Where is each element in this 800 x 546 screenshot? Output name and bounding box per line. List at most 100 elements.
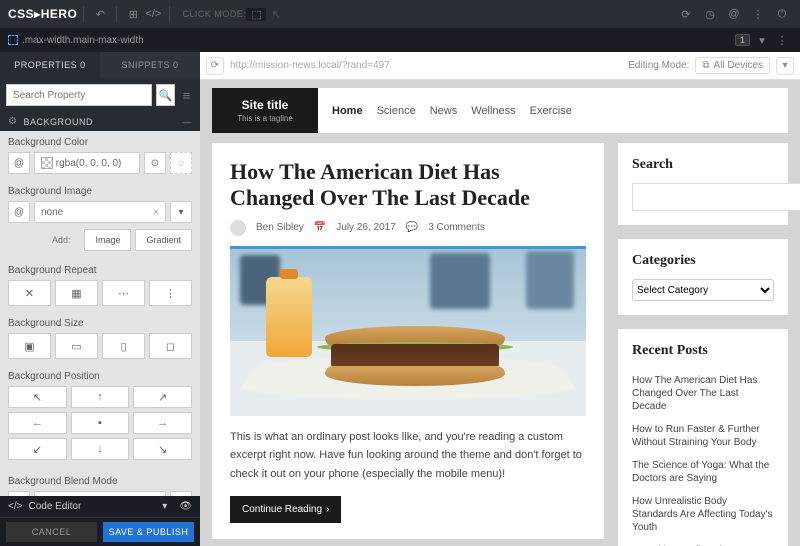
selector-caret-icon[interactable]: ▾: [752, 34, 772, 47]
bg-repeat-label: Background Repeat: [0, 259, 200, 280]
pos-b[interactable]: ↓: [71, 438, 130, 460]
preview-pane: ⟳ http://mission-news.local/?rand=497 Ed…: [200, 52, 800, 546]
bg-image-input[interactable]: none×: [34, 201, 166, 223]
recent-post-link[interactable]: How Unrealistic Body Standards Are Affec…: [632, 490, 774, 539]
bg-image-label: Background Image: [0, 180, 200, 201]
repeat-both[interactable]: ▦: [55, 280, 98, 306]
editing-mode-label: Editing Mode:: [628, 60, 689, 71]
avatar: [230, 220, 246, 236]
search-title: Search: [632, 157, 774, 173]
categories-select[interactable]: Select Category: [632, 279, 774, 301]
widget-search-input[interactable]: [632, 183, 800, 211]
add-image-button[interactable]: Image: [84, 229, 131, 251]
pos-l[interactable]: ←: [8, 412, 67, 434]
power-icon[interactable]: ⏻: [772, 8, 792, 21]
device-selector[interactable]: ⧉All Devices: [695, 57, 770, 74]
pos-bl[interactable]: ↙: [8, 438, 67, 460]
site-title-block[interactable]: Site title This is a tagline: [212, 88, 318, 133]
recent-post-link[interactable]: 5 Health Benefits Of Carrots And 10 New …: [632, 539, 774, 546]
reload-icon[interactable]: ⟳: [206, 57, 224, 75]
size-contain[interactable]: ▯: [102, 333, 145, 359]
site-header: Site title This is a tagline Home Scienc…: [212, 88, 788, 133]
repeat-y[interactable]: ⋮: [149, 280, 192, 306]
click-mode-cursor-icon[interactable]: ↖: [266, 8, 286, 21]
widget-recent-posts: Recent Posts How The American Diet Has C…: [618, 329, 788, 546]
tab-properties[interactable]: PROPERTIES 0: [0, 52, 100, 78]
repeat-x[interactable]: ⋯: [102, 280, 145, 306]
refresh-icon[interactable]: ⟳: [676, 8, 696, 21]
site-nav: Home Science News Wellness Exercise: [318, 88, 788, 133]
url-display[interactable]: http://mission-news.local/?rand=497: [230, 60, 622, 71]
app-topbar: CSS▸HERO ↶ ⊞ </> CLICK MODE: ⬚ ↖ ⟳ ◷ @ ⋮…: [0, 0, 800, 28]
widget-categories: Categories Select Category: [618, 239, 788, 315]
post-title[interactable]: How The American Diet Has Changed Over T…: [230, 159, 586, 212]
reset-icon[interactable]: ◌: [170, 152, 192, 174]
post: How The American Diet Has Changed Over T…: [212, 143, 604, 539]
size-auto[interactable]: ▣: [8, 333, 51, 359]
click-mode-selector-icon[interactable]: ⬚: [246, 8, 266, 21]
bg-blend-label: Background Blend Mode: [0, 470, 200, 491]
cancel-button[interactable]: CANCEL: [6, 522, 97, 542]
gear-icon: ⚙: [8, 116, 17, 127]
code-editor-toggle[interactable]: </> Code Editor ▾ 👁: [0, 496, 200, 518]
at-icon[interactable]: @: [724, 8, 744, 21]
pos-br[interactable]: ↘: [133, 438, 192, 460]
collapse-icon[interactable]: —: [183, 117, 193, 127]
selector-menu-icon[interactable]: ⋮: [772, 34, 792, 47]
recent-post-link[interactable]: The Science of Yoga: What the Doctors ar…: [632, 454, 774, 490]
comment-icon: 💬: [406, 222, 418, 233]
eye-icon[interactable]: 👁: [179, 501, 192, 512]
post-excerpt: This is what an ordinary post looks like…: [230, 428, 586, 484]
section-background[interactable]: ⚙ BACKGROUND —: [0, 112, 200, 131]
post-author[interactable]: Ben Sibley: [256, 222, 304, 233]
post-date: July 26, 2017: [336, 222, 396, 233]
code-icon[interactable]: </>: [143, 8, 163, 20]
post-comments[interactable]: 3 Comments: [428, 222, 485, 233]
pos-tr[interactable]: ↗: [133, 386, 192, 408]
transparency-swatch-icon: [41, 157, 53, 169]
pos-c[interactable]: ▪: [71, 412, 130, 434]
eyedropper-icon[interactable]: ⊙: [144, 152, 166, 174]
chevron-down-icon: ▾: [162, 501, 167, 512]
repeat-none[interactable]: ✕: [8, 280, 51, 306]
more-icon[interactable]: ⋮: [748, 8, 768, 21]
nav-science[interactable]: Science: [377, 105, 416, 117]
nav-exercise[interactable]: Exercise: [530, 105, 572, 117]
continue-reading-button[interactable]: Continue Reading›: [230, 496, 341, 523]
at-chip[interactable]: @: [8, 152, 30, 174]
post-hero-image[interactable]: [230, 246, 586, 416]
size-cover[interactable]: ▭: [55, 333, 98, 359]
add-gradient-button[interactable]: Gradient: [135, 229, 192, 251]
device-icon: ⧉: [702, 60, 709, 71]
device-caret-icon[interactable]: ▾: [776, 57, 794, 75]
recent-posts-title: Recent Posts: [632, 343, 774, 359]
selector-crumb[interactable]: .max-width.main-max-width: [8, 35, 144, 46]
clear-icon[interactable]: ×: [153, 207, 159, 218]
at-chip-2[interactable]: @: [8, 201, 30, 223]
undo-icon[interactable]: ↶: [90, 8, 110, 21]
bg-image-caret-icon[interactable]: ▾: [170, 201, 192, 223]
search-menu-icon[interactable]: ≡: [179, 84, 194, 106]
nav-wellness[interactable]: Wellness: [471, 105, 515, 117]
pos-r[interactable]: →: [133, 412, 192, 434]
history-icon[interactable]: ◷: [700, 8, 720, 21]
bg-color-input[interactable]: rgba(0, 0, 0, 0): [34, 152, 140, 174]
pos-t[interactable]: ↑: [71, 386, 130, 408]
nav-home[interactable]: Home: [332, 105, 363, 117]
recent-post-link[interactable]: How The American Diet Has Changed Over T…: [632, 369, 774, 418]
nav-news[interactable]: News: [430, 105, 458, 117]
selector-box-icon: [8, 35, 18, 45]
recent-post-link[interactable]: How to Run Faster & Further Without Stra…: [632, 418, 774, 454]
search-button[interactable]: 🔍: [156, 84, 175, 106]
size-custom[interactable]: ◻: [149, 333, 192, 359]
code-editor-icon: </>: [8, 501, 22, 512]
sidebar: PROPERTIES 0 SNIPPETS 0 🔍 ≡ ⚙ BACKGROUND…: [0, 52, 200, 546]
save-publish-button[interactable]: SAVE & PUBLISH: [103, 522, 194, 542]
pos-tl[interactable]: ↖: [8, 386, 67, 408]
app-logo[interactable]: CSS▸HERO: [8, 7, 77, 21]
selector-count[interactable]: 1: [735, 34, 750, 46]
add-label: Add:: [42, 229, 81, 251]
layout-icon[interactable]: ⊞: [123, 8, 143, 21]
tab-snippets[interactable]: SNIPPETS 0: [100, 52, 200, 78]
search-input[interactable]: [6, 84, 152, 106]
